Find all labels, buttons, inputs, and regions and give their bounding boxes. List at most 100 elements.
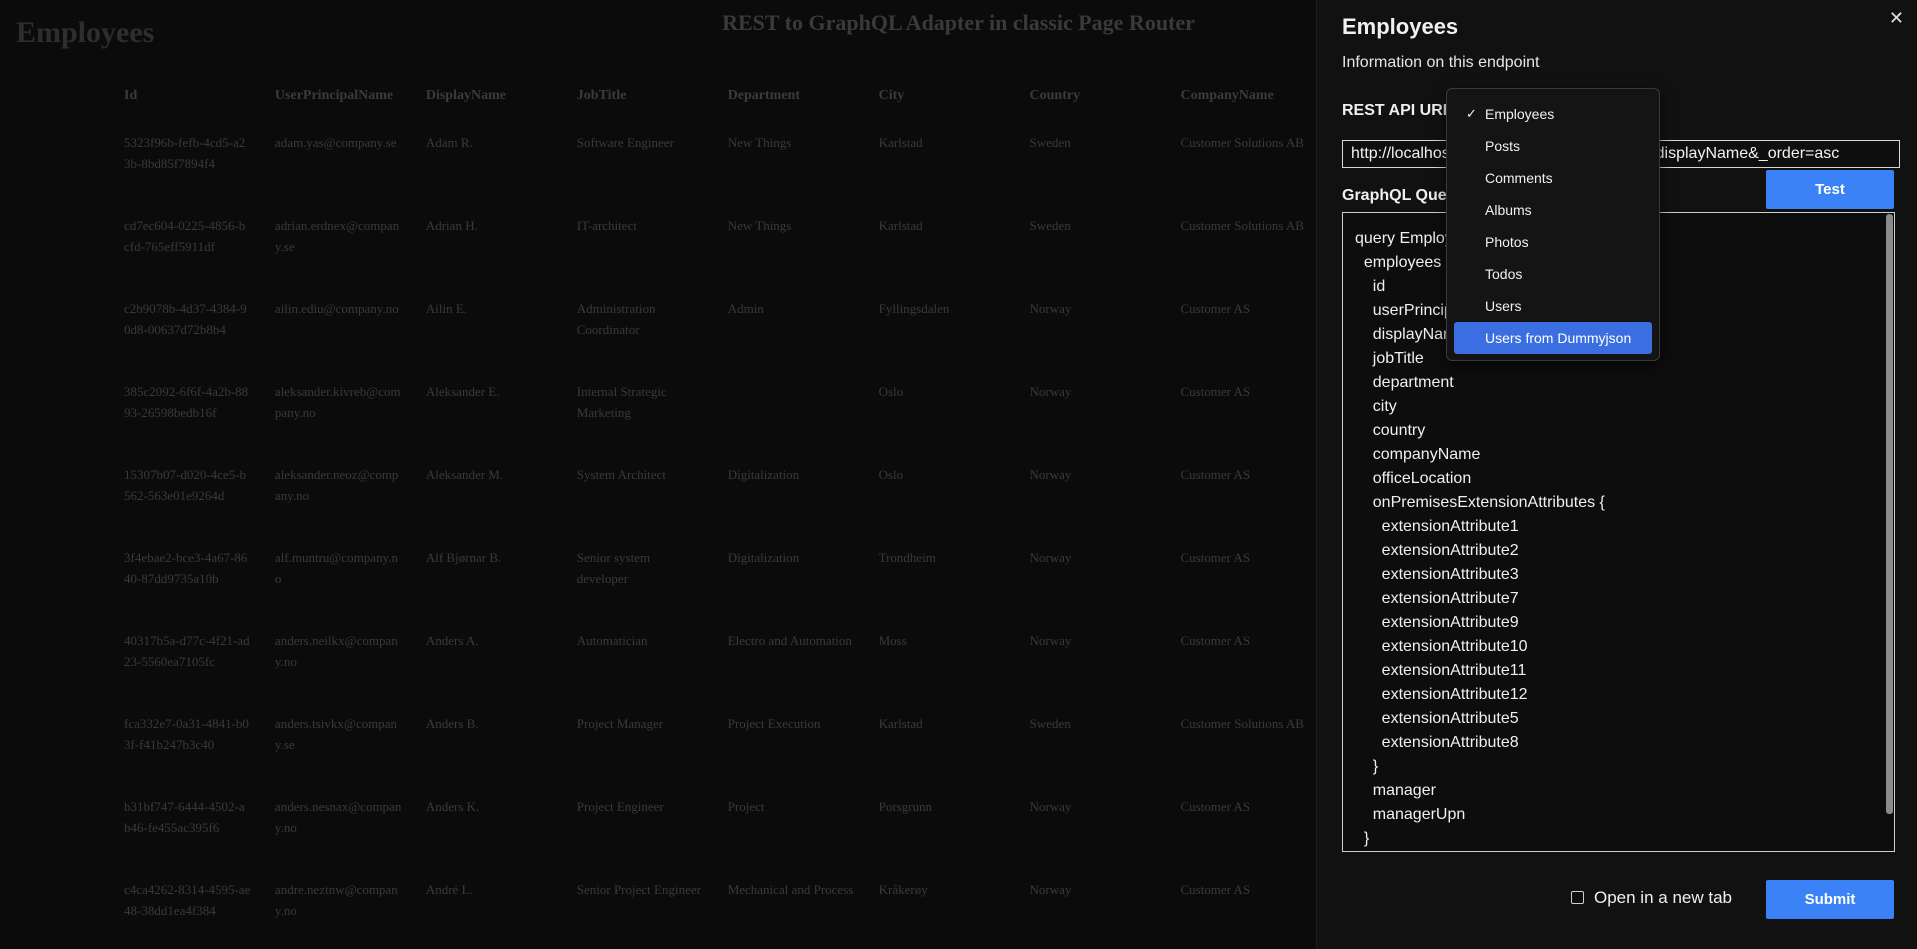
table-cell: Ailin E. xyxy=(414,284,565,367)
table-cell: alf.muntru@company.no xyxy=(263,533,414,616)
table-cell-text: cd7ec604-0225-4856-bcfd-765eff5911df xyxy=(124,218,246,254)
table-cell: New Things xyxy=(716,201,867,284)
table-cell: fca332e7-0a31-4841-b03f-f41b247b3c40 xyxy=(112,699,263,782)
table-cell-text: Customer Solutions AB xyxy=(1180,218,1304,233)
table-cell-text: Senior Project Engineer xyxy=(576,882,701,897)
table-cell-text: Automatician xyxy=(576,633,648,648)
table-cell-text: Norway xyxy=(1029,301,1072,316)
editor-scrollbar[interactable] xyxy=(1886,214,1893,814)
table-cell-text: b31bf747-6444-4502-ab46-fe455ac395f6 xyxy=(124,799,245,835)
close-icon[interactable]: ✕ xyxy=(1889,8,1904,29)
table-cell: Porsgrunn xyxy=(867,782,1018,865)
table-cell: Customer Solutions AB xyxy=(1168,118,1317,201)
menu-item-todos[interactable]: Todos xyxy=(1454,258,1652,290)
table-cell: Aleksander M. xyxy=(414,450,565,533)
table-cell-text: 3f4ebae2-bce3-4a67-8640-87dd9735a10b xyxy=(124,550,248,586)
table-cell-text: Porsgrunn xyxy=(878,799,933,814)
submit-button[interactable]: Submit xyxy=(1766,880,1894,919)
table-cell-text: anders.nesnax@company.no xyxy=(274,799,402,835)
table-cell-text: Fyllingsdalen xyxy=(878,301,950,316)
table-row: 15307b07-d020-4ce5-b562-563e01e9264d alek… xyxy=(112,450,1317,533)
table-cell-text: Project Manager xyxy=(576,716,664,731)
table-row: c2b9078b-4d37-4384-90d8-00637d72b8b4 aili… xyxy=(112,284,1317,367)
background-page: Employees Id UserPrincipalName DisplayName… xyxy=(0,0,1317,949)
table-cell: Norway xyxy=(1018,782,1169,865)
table-cell: Karlstad xyxy=(867,699,1018,782)
table-cell-text: Moss xyxy=(878,633,907,648)
menu-item-comments[interactable]: Comments xyxy=(1454,162,1652,194)
table-cell-text: aleksander.kivreb@company.no xyxy=(274,384,401,420)
menu-item-photos[interactable]: Photos xyxy=(1454,226,1652,258)
table-cell: Project Execution xyxy=(716,699,867,782)
table-row: cd7ec604-0225-4856-bcfd-765eff5911df adri… xyxy=(112,201,1317,284)
menu-item-albums[interactable]: Albums xyxy=(1454,194,1652,226)
drawer-title: Employees xyxy=(1342,14,1459,39)
table-cell-text: 5323f96b-fefb-4cd5-a23b-8bd85f7894f4 xyxy=(124,135,246,171)
endpoint-select-menu: ✓ Employees Posts Comments Albums Photos Todos… xyxy=(1446,88,1660,361)
table-cell: Fyllingsdalen xyxy=(867,284,1018,367)
table-cell: Sweden xyxy=(1018,201,1169,284)
menu-item-posts[interactable]: Posts xyxy=(1454,130,1652,162)
menu-item-users[interactable]: Users xyxy=(1454,290,1652,322)
table-cell: Customer AS xyxy=(1168,284,1317,367)
table-cell: Project Manager xyxy=(565,699,716,782)
table-cell-text: Aleksander E. xyxy=(425,384,500,399)
table-cell-text: Karlstad xyxy=(878,716,923,731)
table-cell-text: Software Engineer xyxy=(576,135,674,150)
table-cell-text: Customer AS xyxy=(1180,384,1251,399)
employees-table: Id UserPrincipalName DisplayName JobTitle De… xyxy=(112,74,1317,948)
table-cell: Senior system developer xyxy=(565,533,716,616)
table-cell-text: System Architect xyxy=(576,467,666,482)
table-header-row: Id UserPrincipalName DisplayName JobTitle De… xyxy=(112,74,1317,118)
menu-item-label: Albums xyxy=(1485,202,1532,218)
table-cell: anders.nesnax@company.no xyxy=(263,782,414,865)
table-cell: Adam R. xyxy=(414,118,565,201)
table-cell: b31bf747-6444-4502-ab46-fe455ac395f6 xyxy=(112,782,263,865)
table-cell-text: Administration Coordinator xyxy=(576,301,656,337)
menu-item-label: Employees xyxy=(1485,106,1555,122)
table-cell: 3f4ebae2-bce3-4a67-8640-87dd9735a10b xyxy=(112,533,263,616)
table-cell: Norway xyxy=(1018,284,1169,367)
table-cell-text: Customer AS xyxy=(1180,301,1251,316)
table-cell: Karlstad xyxy=(867,201,1018,284)
table-cell: Software Engineer xyxy=(565,118,716,201)
test-button[interactable]: Test xyxy=(1766,170,1894,209)
check-icon: ✓ xyxy=(1466,106,1477,121)
table-cell-text: Adrian H. xyxy=(425,218,478,233)
table-cell: 5323f96b-fefb-4cd5-a23b-8bd85f7894f4 xyxy=(112,118,263,201)
table-cell-text: 15307b07-d020-4ce5-b562-563e01e9264d xyxy=(124,467,247,503)
open-new-tab-checkbox[interactable] xyxy=(1571,891,1584,904)
table-cell-text: Customer AS xyxy=(1180,467,1251,482)
table-cell-text: Sweden xyxy=(1029,218,1071,233)
table-cell-text: Anders B. xyxy=(425,716,479,731)
table-cell: Karlstad xyxy=(867,118,1018,201)
table-row: 3f4ebae2-bce3-4a67-8640-87dd9735a10b alf.… xyxy=(112,533,1317,616)
table-row: 5323f96b-fefb-4cd5-a23b-8bd85f7894f4 adam… xyxy=(112,118,1317,201)
column-header: City xyxy=(878,88,905,103)
table-cell-text: Digitalization xyxy=(727,550,800,565)
table-cell-text: Karlstad xyxy=(878,135,923,150)
table-cell: Customer AS xyxy=(1168,782,1317,865)
table-cell-text: Adam R. xyxy=(425,135,473,150)
table-cell: Oslo xyxy=(867,450,1018,533)
table-cell: aleksander.kivreb@company.no xyxy=(263,367,414,450)
table-cell-text: ailin.ediu@company.no xyxy=(274,301,399,316)
table-cell: ailin.ediu@company.no xyxy=(263,284,414,367)
table-cell-text: alf.muntru@company.no xyxy=(274,550,398,586)
open-new-tab-label: Open in a new tab xyxy=(1594,888,1732,907)
table-cell: Customer AS xyxy=(1168,616,1317,699)
table-cell: Automatician xyxy=(565,616,716,699)
table-body: 5323f96b-fefb-4cd5-a23b-8bd85f7894f4 adam… xyxy=(112,118,1317,948)
table-cell: Customer Solutions AB xyxy=(1168,201,1317,284)
table-cell: André L. xyxy=(414,865,565,948)
table-cell-text: Project xyxy=(727,799,765,814)
table-cell: Digitalization xyxy=(716,533,867,616)
menu-item-users-from-dummyjson[interactable]: Users from Dummyjson xyxy=(1454,322,1652,354)
table-cell: Oslo xyxy=(867,367,1018,450)
table-cell: Project Engineer xyxy=(565,782,716,865)
table-cell: Anders B. xyxy=(414,699,565,782)
column-header: Id xyxy=(124,88,138,103)
table-cell-text: Mechanical and Process xyxy=(727,882,854,897)
table-cell-text: Norway xyxy=(1029,550,1072,565)
menu-item-employees[interactable]: ✓ Employees xyxy=(1454,98,1652,130)
